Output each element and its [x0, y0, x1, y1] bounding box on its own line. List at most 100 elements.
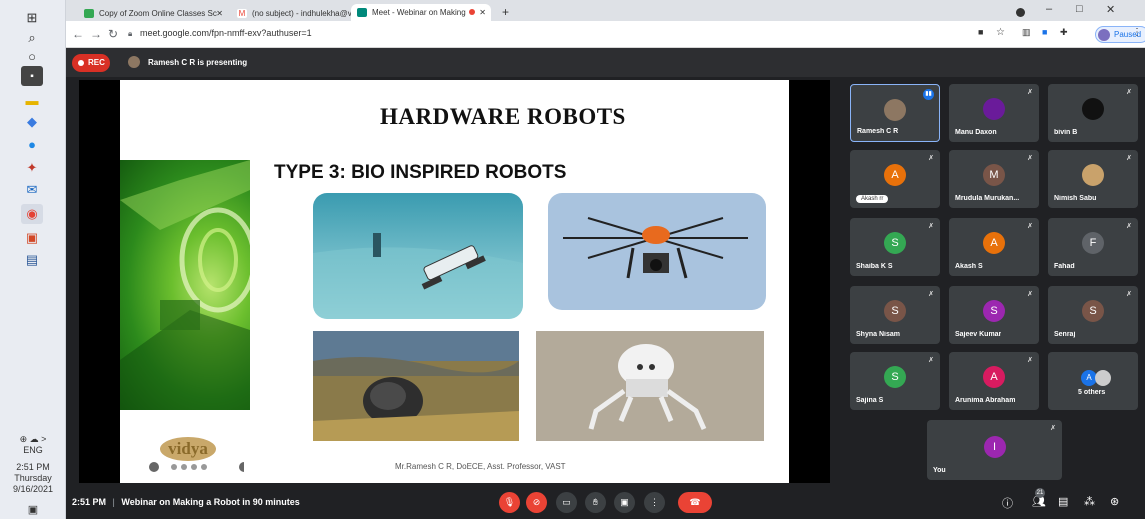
tab-meet[interactable]: Meet - Webinar on Making ✕ — [351, 4, 491, 21]
participant-tile[interactable]: ✗ A Arunima Abraham — [949, 352, 1039, 410]
avatar — [1082, 98, 1104, 120]
avatar — [128, 56, 140, 68]
lock-icon[interactable]: 🔒︎ — [128, 29, 132, 39]
windows-taskbar: ⊞ ⌕ ○ ▪ ▬ ◆ ● ✦ ✉ ◉ ▣ ▤ ⊕ ☁ > ENG 2:51 P… — [0, 0, 66, 519]
participant-tile[interactable]: ✗ bivin B — [1048, 84, 1138, 142]
chrome-icon[interactable]: ◉ — [21, 204, 43, 224]
slide-footer: Mr.Ramesh C R, DoECE, Asst. Professor, V… — [395, 462, 566, 471]
avatar — [983, 98, 1005, 120]
leave-call-button[interactable]: ☎ — [678, 492, 712, 513]
sheets-icon — [84, 8, 94, 18]
powerpoint-icon[interactable]: ▣ — [21, 228, 43, 248]
participant-tile[interactable]: ▮▮ Ramesh C R — [850, 84, 940, 142]
participant-tile[interactable]: ✗ A Akash rr — [850, 150, 940, 208]
avatar: S — [983, 300, 1005, 322]
close-icon[interactable]: ✕ — [216, 9, 223, 18]
activities-icon[interactable]: ⁂ — [1084, 495, 1095, 508]
extension-icon[interactable]: ■ — [1042, 27, 1047, 37]
present-button[interactable]: ▣ — [614, 492, 635, 513]
maximize-icon[interactable]: □ — [1076, 3, 1083, 15]
meeting-controls-bar: 2:51 PM | Webinar on Making a Robot in 9… — [66, 485, 1145, 519]
word-icon[interactable]: ▤ — [21, 250, 43, 270]
avatar — [884, 99, 906, 121]
mic-off-icon: ✗ — [1027, 89, 1033, 96]
recording-dot-icon — [469, 9, 475, 15]
participant-tile[interactable]: ✗ Nimish Sabu — [1048, 150, 1138, 208]
mic-off-icon: ✗ — [1050, 425, 1056, 432]
url-bar[interactable]: meet.google.com/fpn-nmff-exv?authuser=1 — [140, 28, 312, 38]
vidya-logo: vidya — [132, 435, 249, 475]
participant-tile[interactable]: ✗ M Mrudula Murukan... — [949, 150, 1039, 208]
forward-icon[interactable]: → — [90, 27, 102, 41]
reload-icon[interactable]: ↻ — [108, 27, 118, 41]
chat-icon[interactable]: ▤ — [1058, 495, 1068, 508]
start-icon[interactable]: ⊞ — [21, 8, 43, 28]
clock-time[interactable]: 2:51 PM — [0, 462, 66, 473]
back-icon[interactable]: ← — [72, 27, 84, 41]
others-tile[interactable]: A 5 others — [1048, 352, 1138, 410]
participant-tile[interactable]: ✗ S Sajina S — [850, 352, 940, 410]
participant-tile[interactable]: ✗ S Shyna Nisam — [850, 286, 940, 344]
new-tab-icon[interactable]: + — [502, 5, 509, 19]
tab-strip: Copy of Zoom Online Classes Sc ✕ M (no s… — [66, 0, 1145, 21]
participant-tile[interactable]: ✗ A Akash S — [949, 218, 1039, 276]
mic-off-button[interactable]: 🎙︎ — [499, 492, 520, 513]
system-tray: ⊕ ☁ > ENG 2:51 PM Thursday 9/16/2021 ▣ — [0, 434, 66, 516]
star-icon[interactable]: ☆ — [996, 27, 1005, 38]
more-options-button[interactable]: ⋮ — [644, 492, 665, 513]
close-icon[interactable]: ✕ — [479, 8, 486, 17]
browser-window: Copy of Zoom Online Classes Sc ✕ M (no s… — [66, 0, 1145, 48]
participant-tile[interactable]: ✗ F Fahad — [1048, 218, 1138, 276]
search-icon[interactable]: ⌕ — [21, 28, 43, 48]
extension-icon[interactable]: ▥ — [1022, 27, 1031, 38]
participant-name: Sajina S — [856, 397, 884, 404]
host-controls-icon[interactable]: ⊛ — [1110, 495, 1119, 508]
mic-off-icon: ✗ — [928, 291, 934, 298]
camera-icon[interactable]: ■ — [978, 27, 983, 37]
participant-tile[interactable]: ✗ Manu Daxon — [949, 84, 1039, 142]
participant-name: Shaiba K S — [856, 263, 893, 270]
raise-hand-button[interactable]: ✋︎ — [585, 492, 606, 513]
info-icon[interactable]: ⓘ — [1002, 495, 1013, 511]
clock-date: 9/16/2021 — [12, 484, 54, 494]
participant-name: Sajeev Kumar — [955, 331, 1002, 338]
tab-sheets[interactable]: Copy of Zoom Online Classes Sc ✕ — [78, 5, 228, 21]
avatar: F — [1082, 232, 1104, 254]
extensions-puzzle-icon[interactable]: ✚ — [1060, 27, 1068, 38]
store-icon[interactable]: ▪ — [21, 66, 43, 86]
participant-name: Mrudula Murukan... — [955, 195, 1020, 202]
slide-subtitle: TYPE 3: BIO INSPIRED ROBOTS — [274, 162, 567, 183]
avatar: M — [983, 164, 1005, 186]
tab-label: Copy of Zoom Online Classes Sc — [99, 8, 217, 18]
avatar: S — [1082, 300, 1104, 322]
avatar — [1095, 370, 1111, 386]
svg-text:vidya: vidya — [168, 439, 208, 458]
avatar: I — [983, 436, 1006, 458]
participant-tile[interactable]: ✗ S Shaiba K S — [850, 218, 940, 276]
others-count: 5 others — [1078, 389, 1106, 396]
participant-tile[interactable]: ✗ S Senraj — [1048, 286, 1138, 344]
camera-off-button[interactable]: ⊘ — [526, 492, 547, 513]
mic-off-icon: ✗ — [1126, 89, 1132, 96]
participant-name: Manu Daxon — [955, 129, 997, 136]
settings-icon[interactable]: ✦ — [21, 158, 43, 178]
gmail-icon: M — [237, 8, 247, 18]
participant-name-chip: Akash rr — [856, 195, 889, 203]
avatar: A — [983, 366, 1005, 388]
tray-icons[interactable]: ⊕ ☁ > — [0, 434, 66, 445]
self-tile[interactable]: ✗ I You — [927, 420, 1062, 480]
participant-tile[interactable]: ✗ S Sajeev Kumar — [949, 286, 1039, 344]
task-view-icon[interactable]: ○ — [21, 46, 43, 66]
menu-icon[interactable]: ⋮ — [1132, 27, 1142, 38]
mail-icon[interactable]: ✉ — [21, 180, 43, 200]
captions-button[interactable]: ▭ — [556, 492, 577, 513]
file-explorer-icon[interactable]: ▬ — [21, 90, 43, 110]
notification-icon[interactable]: ▣ — [0, 505, 66, 516]
minimize-icon[interactable]: – — [1046, 3, 1052, 15]
app-icon[interactable]: ◆ — [21, 112, 43, 132]
window-close-icon[interactable]: ✕ — [1106, 3, 1115, 16]
separator: | — [112, 497, 115, 507]
edge-icon[interactable]: ● — [21, 134, 43, 154]
language-indicator[interactable]: ENG — [0, 445, 66, 456]
profile-dot-icon[interactable] — [1016, 8, 1025, 17]
